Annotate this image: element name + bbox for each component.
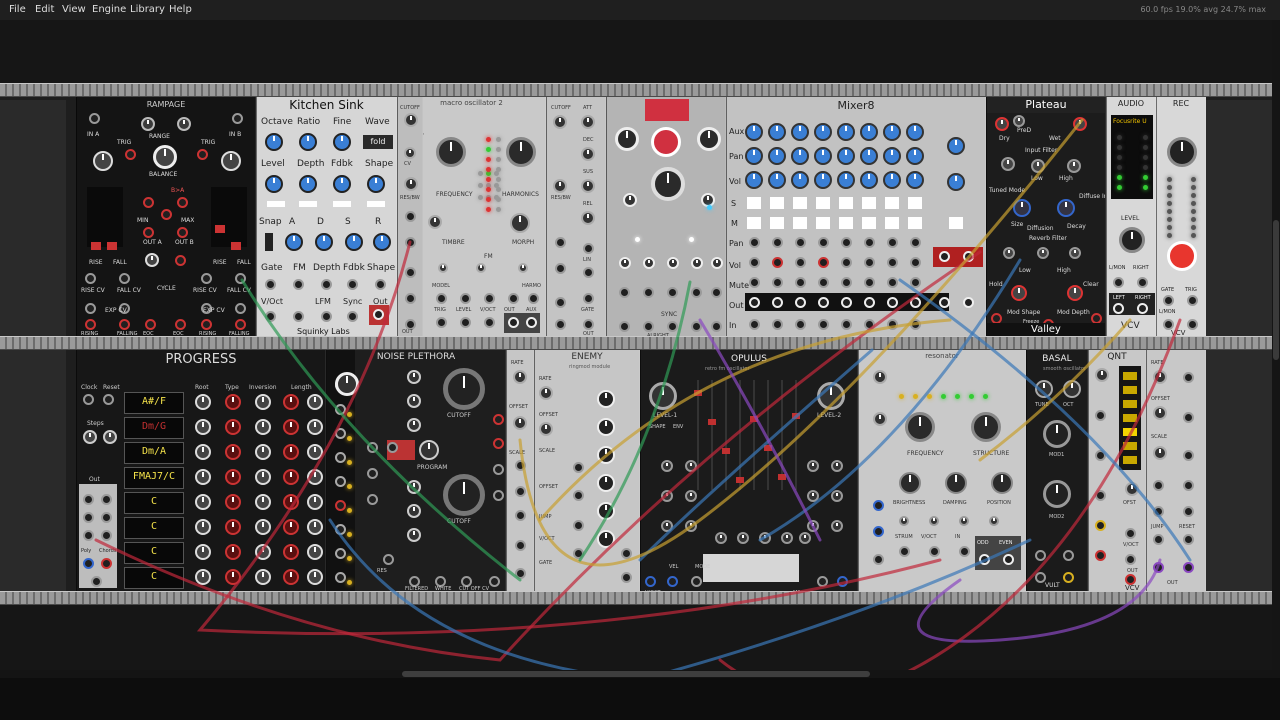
menu-file[interactable]: File [9, 4, 26, 15]
horizontal-scrollbar[interactable] [0, 670, 1280, 678]
patch-cables[interactable] [0, 20, 1280, 670]
menu-library[interactable]: Library [130, 4, 165, 15]
menu-bar: File Edit View Engine Library Help 60.0 … [0, 0, 1280, 20]
patch-cable[interactable] [638, 348, 874, 562]
footer-area [0, 678, 1280, 720]
patch-cable[interactable] [94, 250, 982, 662]
patch-cable[interactable] [240, 278, 522, 582]
patch-cable[interactable] [328, 518, 1032, 670]
patch-cable[interactable] [578, 280, 692, 562]
performance-stats: 60.0 fps 19.0% avg 24.7% max [1140, 5, 1266, 14]
vertical-scroll-thumb[interactable] [1273, 220, 1279, 360]
horizontal-scroll-thumb[interactable] [402, 671, 870, 677]
menu-view[interactable]: View [62, 4, 86, 15]
patch-cable[interactable] [978, 318, 1132, 462]
patch-cable[interactable] [518, 118, 1084, 567]
menu-help[interactable]: Help [169, 4, 192, 15]
menu-edit[interactable]: Edit [35, 4, 54, 15]
menu-engine[interactable]: Engine [92, 4, 126, 15]
vertical-scrollbar[interactable] [1272, 20, 1280, 670]
patch-cable[interactable] [538, 318, 952, 522]
rack-workspace[interactable]: RAMPAGE IN A IN B RANGE TRIG TRIG BALANCE B>A MI… [0, 20, 1280, 670]
patch-cable[interactable] [196, 240, 942, 636]
patch-cable[interactable] [718, 318, 1182, 670]
